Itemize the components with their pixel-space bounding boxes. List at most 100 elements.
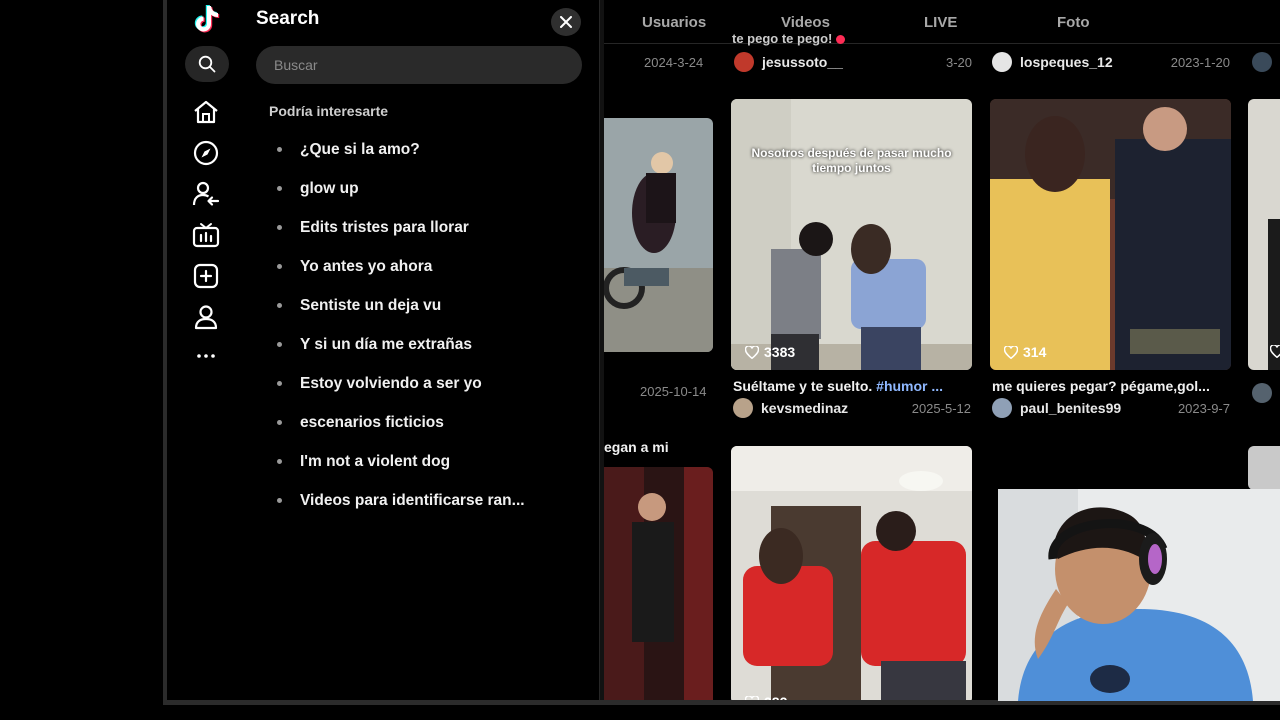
video-thumbnail[interactable]: 282	[731, 446, 972, 700]
bullet-icon	[277, 498, 282, 503]
search-icon	[198, 55, 216, 73]
nav-upload[interactable]	[191, 261, 221, 291]
username[interactable]: paul_benites99	[1020, 400, 1121, 416]
suggestion-item[interactable]: escenarios ficticios	[277, 403, 577, 442]
bullet-icon	[277, 459, 282, 464]
result-meta[interactable]: kevsmedinaz 2025-5-12	[733, 398, 971, 418]
search-button[interactable]	[185, 46, 229, 82]
suggestion-text: I'm not a violent dog	[300, 452, 451, 470]
suggestion-item[interactable]: Videos para identificarse ran...	[277, 481, 577, 520]
video-thumbnail[interactable]	[1248, 446, 1280, 490]
like-count-text: 314	[1023, 344, 1047, 360]
avatar	[992, 398, 1012, 418]
thumbnail-image	[731, 99, 972, 370]
video-thumbnail[interactable]: 314	[990, 99, 1231, 370]
thumbnail-image	[604, 118, 713, 352]
thumbnail-image	[1248, 99, 1280, 370]
result-date: 2024-3-24	[644, 55, 704, 70]
result-meta[interactable]: jesussoto__ 3-20	[734, 52, 972, 72]
upload-icon	[193, 263, 219, 289]
suggestion-item[interactable]: Y si un día me extrañas	[277, 325, 577, 364]
avatar	[733, 398, 753, 418]
tab-live[interactable]: LIVE	[924, 14, 957, 31]
bullet-icon	[277, 147, 282, 152]
like-count: 314	[1004, 344, 1046, 360]
result-meta[interactable]: paul_benites99 2023-9-7	[992, 398, 1230, 418]
tiktok-logo-icon[interactable]	[191, 4, 221, 34]
bullet-icon	[277, 420, 282, 425]
thumbnail-image	[1248, 446, 1280, 490]
suggestion-text: Sentiste un deja vu	[300, 296, 442, 314]
bullet-icon	[277, 264, 282, 269]
suggestion-item[interactable]: Edits tristes para llorar	[277, 208, 577, 247]
suggestion-text: glow up	[300, 179, 359, 197]
tab-usuarios[interactable]: Usuarios	[642, 14, 706, 31]
suggestion-text: Y si un día me extrañas	[300, 335, 473, 353]
result-caption: te pego te pego!	[732, 31, 972, 46]
like-count-text: 282	[764, 694, 787, 700]
suggestions-list: ¿Que si la amo? glow up Edits tristes pa…	[277, 130, 577, 520]
result-caption[interactable]: egan a mi	[604, 439, 714, 455]
suggestion-text: Videos para identificarse ran...	[300, 491, 525, 509]
like-count: 3383	[745, 344, 795, 360]
heart-icon	[745, 695, 759, 700]
hashtag-link[interactable]: #humor ...	[876, 378, 943, 394]
nav-home[interactable]	[191, 97, 221, 127]
nav-live[interactable]	[191, 220, 221, 250]
result-date: 2025-5-12	[911, 400, 971, 416]
home-icon	[194, 100, 218, 124]
bullet-icon	[277, 381, 282, 386]
suggestion-text: Edits tristes para llorar	[300, 218, 469, 236]
thumbnail-image	[604, 467, 713, 700]
result-caption-text: Suéltame y te suelto.	[733, 378, 877, 394]
nav-profile[interactable]	[191, 302, 221, 332]
result-caption[interactable]: me quieres pegar? pégame,gol...	[992, 378, 1230, 394]
result-caption[interactable]: Suéltame y te suelto. #humor ...	[733, 378, 968, 394]
suggestion-item[interactable]: Estoy volviendo a ser yo	[277, 364, 577, 403]
bullet-icon	[277, 186, 282, 191]
avatar	[1252, 383, 1272, 403]
avatar	[1252, 52, 1272, 72]
suggestion-item[interactable]: glow up	[277, 169, 577, 208]
tab-videos[interactable]: Videos	[781, 14, 830, 31]
nav-explore[interactable]	[191, 138, 221, 168]
tab-foto[interactable]: Foto	[1057, 14, 1089, 31]
suggestion-text: escenarios ficticios	[300, 413, 444, 431]
video-thumbnail[interactable]	[604, 118, 713, 352]
thumbnail-image	[990, 99, 1231, 370]
result-date: 3-20	[945, 54, 972, 70]
thumbnail-image	[731, 446, 972, 700]
search-input[interactable]	[256, 46, 582, 84]
search-sidebar: Search Podría interesarte	[167, 0, 600, 700]
webcam-overlay	[998, 489, 1280, 701]
suggestion-text: Estoy volviendo a ser yo	[300, 374, 482, 392]
like-count-text: 3383	[764, 344, 796, 360]
suggestion-item[interactable]: Yo antes yo ahora	[277, 247, 577, 286]
video-thumbnail[interactable]	[1248, 99, 1280, 370]
result-meta[interactable]: lospeques_12 2023-1-20	[992, 52, 1230, 72]
heart-icon	[745, 345, 759, 359]
suggestion-item[interactable]: ¿Que si la amo?	[277, 130, 577, 169]
bullet-icon	[277, 303, 282, 308]
suggestion-text: Yo antes yo ahora	[300, 257, 433, 275]
video-thumbnail[interactable]: Nosotros después de pasar mucho tiempo j…	[731, 99, 972, 370]
suggestion-text: ¿Que si la amo?	[300, 140, 420, 158]
partial-caption-cut	[604, 33, 714, 47]
result-caption-text: te pego te pego!	[732, 31, 833, 46]
username[interactable]: jesussoto__	[762, 54, 843, 70]
tiktok-logo-icon-glyph	[194, 5, 220, 33]
video-thumbnail[interactable]	[604, 467, 713, 700]
username[interactable]: kevsmedinaz	[761, 400, 848, 416]
result-date: 2023-9-7	[1177, 400, 1230, 416]
result-date: 2025-10-14	[640, 384, 707, 399]
username[interactable]: lospeques_12	[1020, 54, 1113, 70]
screen-bottom-edge	[0, 705, 1280, 720]
profile-icon	[194, 305, 218, 330]
suggestion-item[interactable]: Sentiste un deja vu	[277, 286, 577, 325]
webcam-feed	[998, 489, 1280, 701]
close-button[interactable]	[551, 8, 581, 36]
heart-icon	[1270, 345, 1280, 358]
nav-more[interactable]	[191, 341, 221, 371]
nav-following[interactable]	[191, 179, 221, 209]
suggestion-item[interactable]: I'm not a violent dog	[277, 442, 577, 481]
